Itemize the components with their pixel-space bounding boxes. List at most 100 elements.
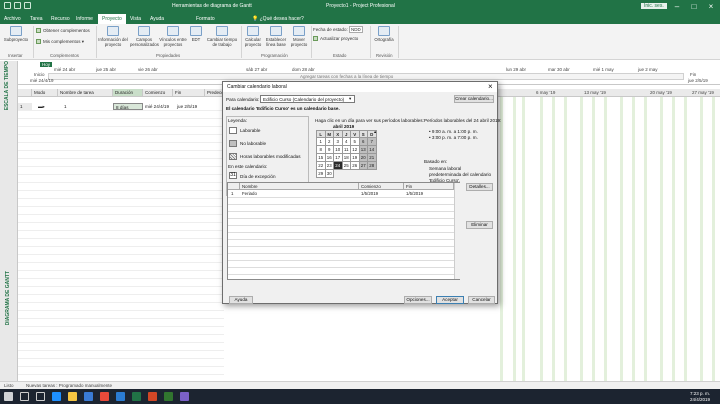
powerpoint-icon[interactable] xyxy=(148,392,157,401)
search-icon[interactable] xyxy=(20,392,29,401)
undo-icon[interactable] xyxy=(14,2,21,9)
tab-vista[interactable]: Vista xyxy=(130,14,141,24)
calendar-day[interactable]: 18 xyxy=(341,153,351,162)
project-info-button[interactable]: Información del proyecto xyxy=(98,26,128,47)
spelling-button[interactable]: Ortografía xyxy=(372,26,396,42)
finish-cell[interactable]: jue 2/5/19 xyxy=(175,103,197,110)
close-icon[interactable]: × xyxy=(702,1,720,12)
calendar-day[interactable]: 16 xyxy=(324,153,334,162)
column-header-exception-finish[interactable]: Fin xyxy=(404,183,454,190)
dialog-close-icon[interactable]: × xyxy=(488,82,493,91)
calendar-select[interactable]: Edificio Curso (Calendario del proyecto)… xyxy=(260,95,355,103)
get-addins-button[interactable]: Obtener complementos xyxy=(36,28,90,34)
calendar-day[interactable]: 14 xyxy=(367,145,377,154)
column-header-exception-name[interactable]: Nombre xyxy=(240,183,359,190)
help-button[interactable]: Ayuda xyxy=(229,296,253,304)
minimize-icon[interactable]: – xyxy=(668,1,686,12)
tell-me-search[interactable]: 💡 ¿Qué desea hacer? xyxy=(252,14,304,24)
sign-in-button[interactable]: Inic. ses. xyxy=(641,3,667,9)
ok-button[interactable]: Aceptar xyxy=(436,296,464,304)
links-button[interactable]: Vínculos entre proyectos xyxy=(159,26,187,47)
create-calendar-button[interactable]: Crear calendario... xyxy=(454,95,494,103)
calendar-day[interactable]: 13 xyxy=(358,145,368,154)
select-all-corner[interactable] xyxy=(18,89,32,97)
duration-cell[interactable]: 8 días xyxy=(113,103,143,110)
move-project-button[interactable]: Mover proyecto xyxy=(289,26,309,47)
calendar-scroll-up-icon[interactable]: ▴ xyxy=(374,129,376,135)
table-row[interactable]: 1 ▬▸ 1 8 días mié 24/4/19 jue 2/5/19 xyxy=(18,103,224,110)
start-cell[interactable]: mié 24/4/19 xyxy=(143,103,169,110)
calendar-day[interactable]: 2 xyxy=(324,137,334,146)
exception-start[interactable]: 1/5/2019 xyxy=(361,191,378,196)
exception-finish[interactable]: 1/5/2019 xyxy=(406,191,423,196)
calendar-day[interactable]: 11 xyxy=(341,145,351,154)
store-icon[interactable] xyxy=(84,392,93,401)
column-header-exception-start[interactable]: Comienzo xyxy=(359,183,404,190)
calculate-button[interactable]: Calcular proyecto xyxy=(243,26,263,47)
calendar-day[interactable]: 30 xyxy=(324,169,334,178)
app-icon[interactable] xyxy=(180,392,189,401)
column-header-name[interactable]: Nombre de tarea xyxy=(58,89,113,97)
table-row[interactable]: 1 Feriado 1/5/2019 1/5/2019 xyxy=(228,190,454,197)
calendar-day[interactable]: 26 xyxy=(350,161,360,170)
calendar-day[interactable]: 17 xyxy=(333,153,343,162)
status-date-field[interactable]: Fecha de estado: NDD xyxy=(313,26,363,33)
calendar-day[interactable]: 19 xyxy=(350,153,360,162)
set-baseline-button[interactable]: Establecer línea base xyxy=(264,26,288,47)
tab-informe[interactable]: Informe xyxy=(76,14,93,24)
calendar-day[interactable]: 5 xyxy=(350,137,360,146)
my-addins-button[interactable]: Mis complementos ▾ xyxy=(36,39,84,45)
windows-start-icon[interactable] xyxy=(4,392,13,401)
calendar-day[interactable]: 28 xyxy=(367,161,377,170)
change-worktime-button[interactable]: Cambiar tiempo de trabajo xyxy=(205,26,239,47)
task-name-cell[interactable]: 1 xyxy=(62,103,67,110)
column-header-mode[interactable]: Modo xyxy=(32,89,58,97)
save-icon[interactable] xyxy=(4,2,11,9)
redo-icon[interactable] xyxy=(24,2,31,9)
column-header-duration[interactable]: Duración xyxy=(113,89,143,97)
exceptions-scrollbar[interactable] xyxy=(454,183,460,279)
tab-archivo[interactable]: Archivo xyxy=(4,14,21,24)
update-project-button[interactable]: Actualizar proyecto xyxy=(313,36,358,42)
calendar-day[interactable]: 8 xyxy=(316,145,326,154)
calendar-day[interactable]: 25 xyxy=(341,161,351,170)
calendar-day[interactable]: 10 xyxy=(333,145,343,154)
calendar-day[interactable]: 27 xyxy=(358,161,368,170)
project-icon[interactable] xyxy=(164,392,173,401)
column-header-start[interactable]: Comienzo xyxy=(143,89,173,97)
new-tasks-mode[interactable]: Nuevas tareas : Programado manualmente xyxy=(26,383,112,388)
subproject-button[interactable]: Subproyecto xyxy=(2,26,30,42)
word-icon[interactable] xyxy=(116,392,125,401)
calendar-day[interactable]: 15 xyxy=(316,153,326,162)
task-view-icon[interactable] xyxy=(36,392,45,401)
calendar-day[interactable]: 6 xyxy=(358,137,368,146)
calendar-day[interactable]: 7 xyxy=(367,137,377,146)
exceptions-table[interactable]: Nombre Comienzo Fin 1 Feriado 1/5/2019 1… xyxy=(227,182,460,280)
column-header-finish[interactable]: Fin xyxy=(173,89,205,97)
calendar-day[interactable]: 23 xyxy=(324,161,334,170)
calendar-day[interactable]: 9 xyxy=(324,145,334,154)
calendar-day[interactable]: 3 xyxy=(333,137,343,146)
wbs-button[interactable]: EDT xyxy=(188,26,204,42)
calendar-day[interactable]: 29 xyxy=(316,169,326,178)
calendar-day[interactable]: 20 xyxy=(358,153,368,162)
calendar-day[interactable]: 1 xyxy=(316,137,326,146)
calendar-day[interactable]: 21 xyxy=(367,153,377,162)
calendar-day[interactable]: 4 xyxy=(341,137,351,146)
edge-icon[interactable] xyxy=(52,392,61,401)
calendar-day[interactable]: 12 xyxy=(350,145,360,154)
delete-button[interactable]: Eliminar xyxy=(466,221,493,229)
maximize-icon[interactable]: □ xyxy=(685,1,703,12)
options-button[interactable]: Opciones... xyxy=(404,296,432,304)
custom-fields-button[interactable]: Campos personalizados xyxy=(130,26,159,47)
calendar-day-selected[interactable]: 24 xyxy=(333,161,343,170)
calendar-day[interactable]: 22 xyxy=(316,161,326,170)
exception-name[interactable]: Feriado xyxy=(242,191,257,196)
tab-proyecto[interactable]: Proyecto xyxy=(98,14,126,24)
tab-tarea[interactable]: Tarea xyxy=(30,14,43,24)
excel-icon[interactable] xyxy=(132,392,141,401)
details-button[interactable]: Detalles... xyxy=(466,183,493,191)
tab-ayuda[interactable]: Ayuda xyxy=(150,14,164,24)
cancel-button[interactable]: Cancelar xyxy=(468,296,495,304)
tab-formato[interactable]: Formato xyxy=(196,14,215,24)
